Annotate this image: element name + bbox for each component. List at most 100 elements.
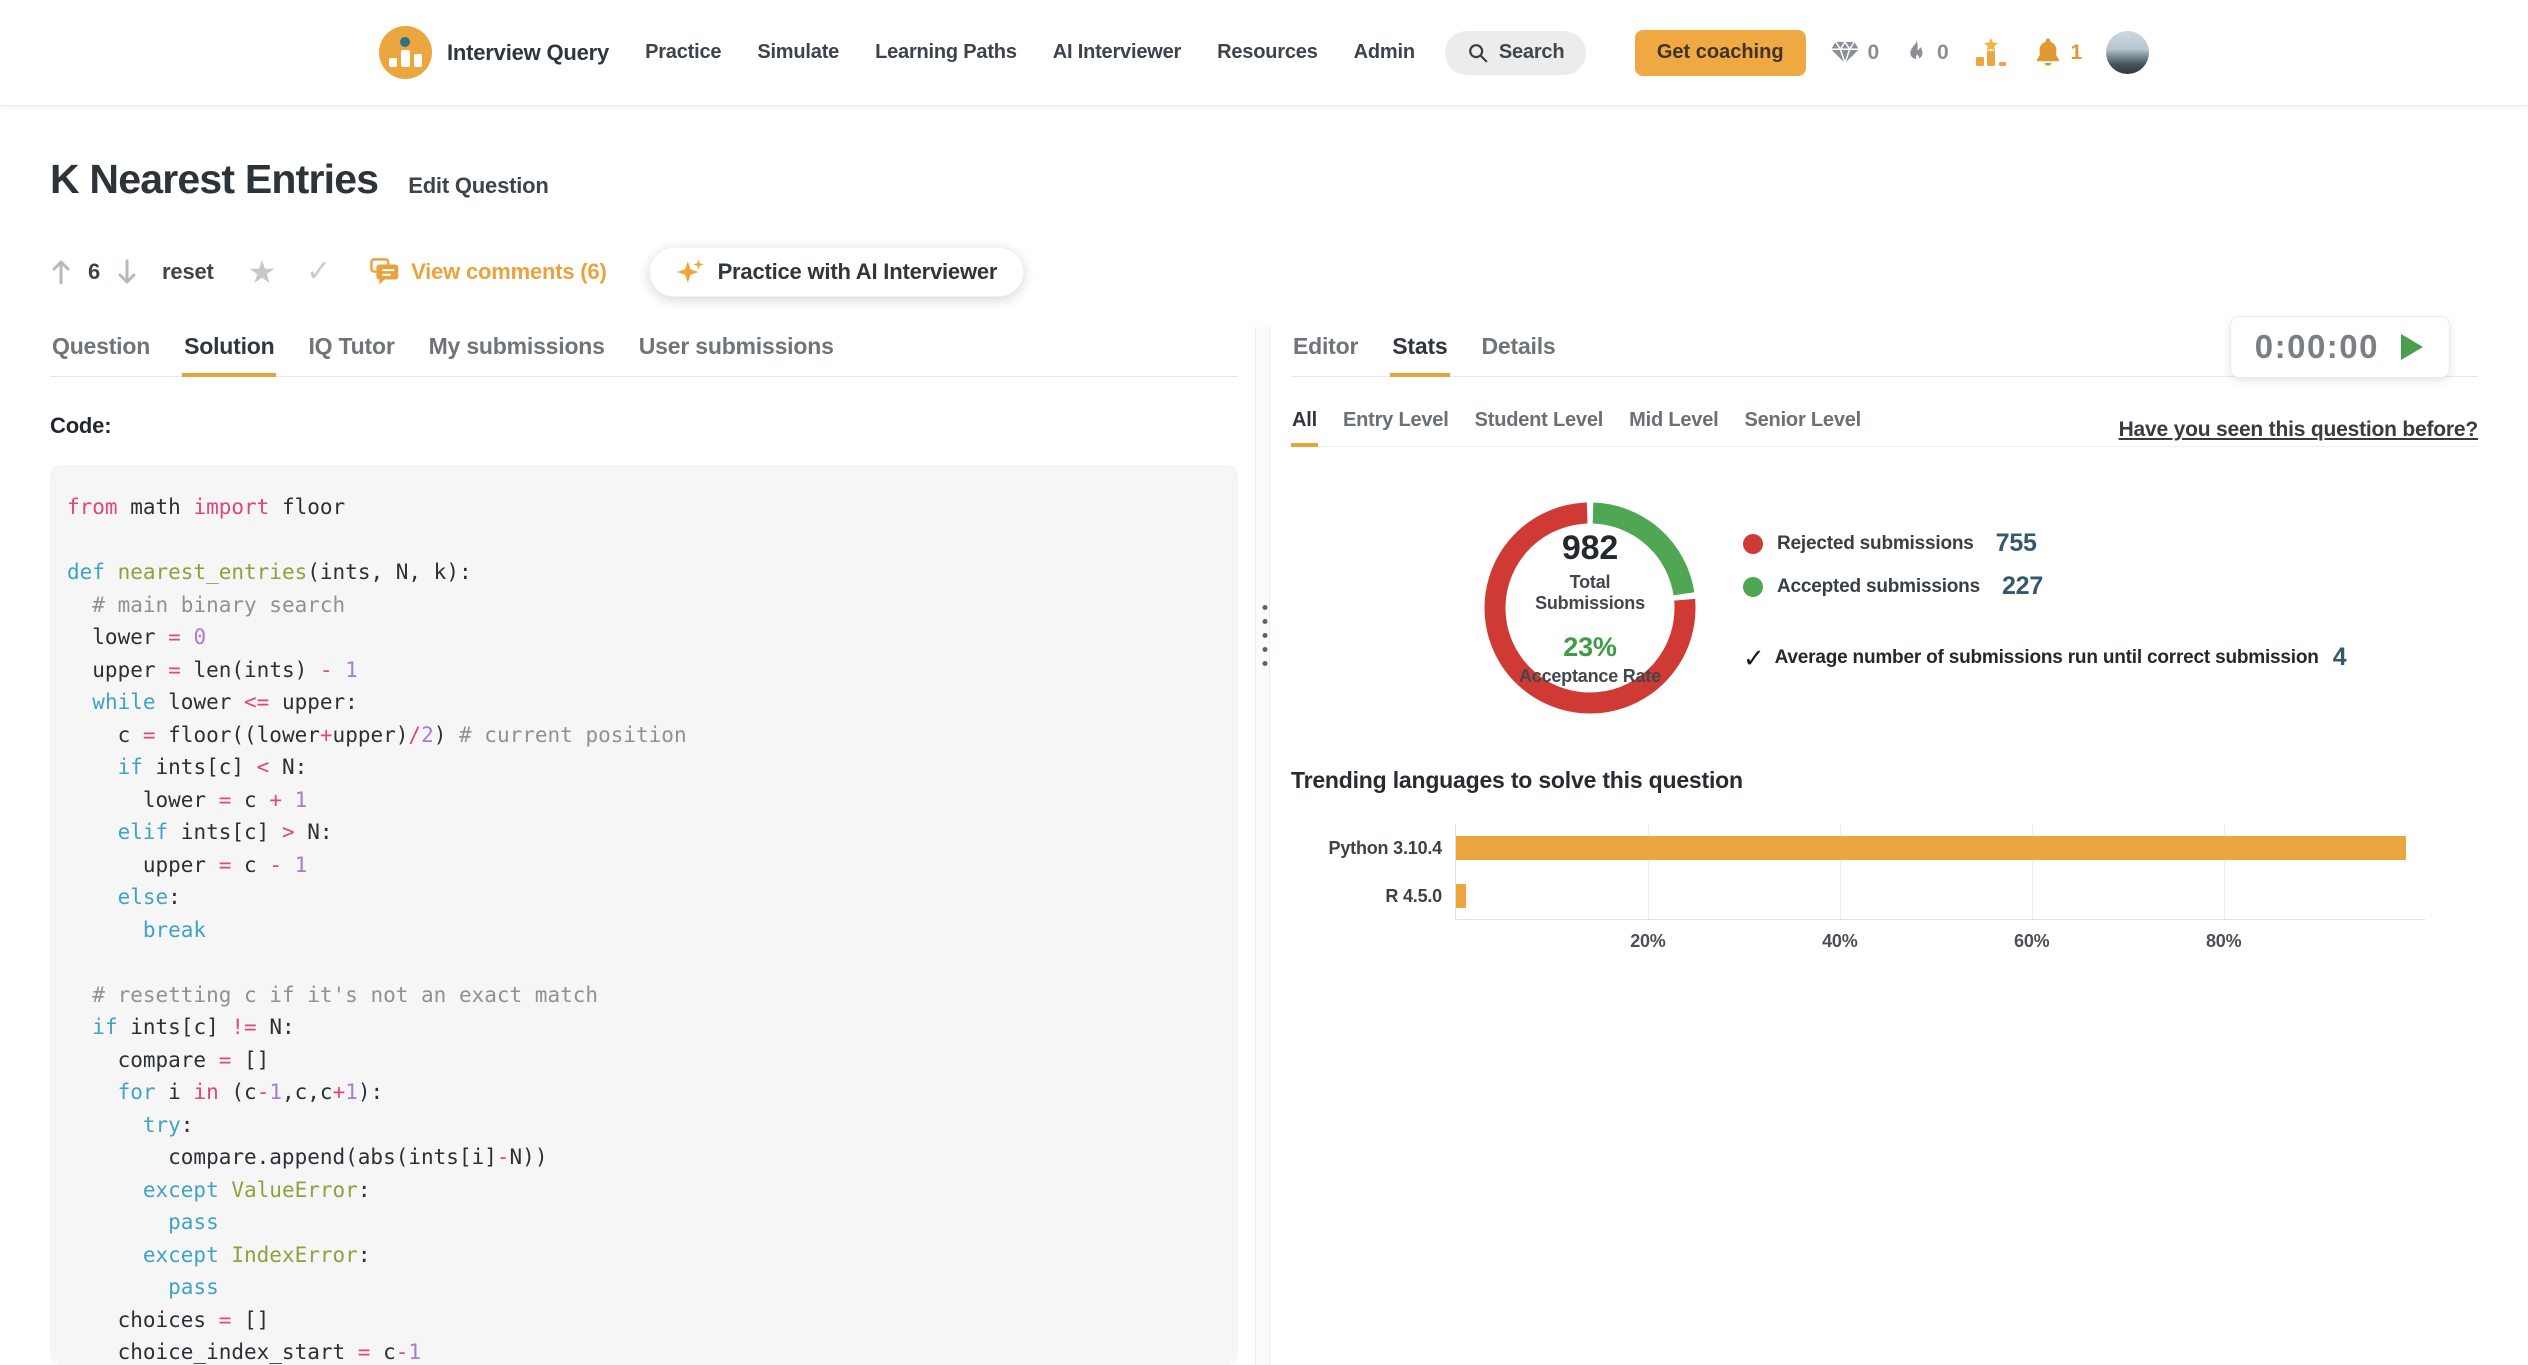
level-tab-all[interactable]: All (1291, 405, 1318, 447)
code-line: compare = [] (67, 1044, 1218, 1077)
accepted-value: 227 (2002, 572, 2043, 601)
legend-rejected: Rejected submissions 755 (1743, 529, 2346, 558)
timer-value: 0:00:00 (2255, 328, 2379, 366)
total-submissions-label: Total Submissions (1515, 572, 1665, 614)
comments-icon (369, 257, 401, 287)
practice-ai-interviewer-button[interactable]: Practice with AI Interviewer (649, 247, 1025, 297)
nav-item-resources[interactable]: Resources (1217, 41, 1317, 64)
leaderboard-podium-icon (1973, 35, 2009, 71)
bar-row-python-3-10-4 (1456, 824, 2425, 872)
tab-editor[interactable]: Editor (1291, 327, 1360, 377)
code-line: c = floor((lower+upper)/2) # current pos… (67, 719, 1218, 752)
nav-item-simulate[interactable]: Simulate (757, 41, 839, 64)
splitter-drag-handle-icon[interactable] (1262, 605, 1267, 666)
rejected-label: Rejected submissions (1777, 533, 1974, 555)
code-label: Code: (50, 413, 1238, 439)
legend-accepted: Accepted submissions 227 (1743, 572, 2346, 601)
interview-query-logo-icon (379, 26, 432, 79)
tab-stats[interactable]: Stats (1390, 327, 1449, 377)
acceptance-rate-label: Acceptance Rate (1519, 666, 1661, 687)
bell-icon (2033, 36, 2063, 69)
donut-legend: Rejected submissions 755 Accepted submis… (1743, 497, 2346, 719)
notification-count: 1 (2071, 41, 2082, 65)
rejected-dot-icon (1743, 534, 1763, 554)
bar-r-4-5-0[interactable] (1456, 884, 1466, 908)
streak-counter[interactable]: 0 (1903, 38, 1948, 68)
code-line: upper = c - 1 (67, 849, 1218, 882)
bar-label-python-3-10-4: Python 3.10.4 (1292, 824, 1442, 872)
search-label: Search (1499, 41, 1565, 64)
code-line: from math import floor (67, 491, 1218, 524)
upvote-button[interactable] (50, 258, 72, 286)
brand[interactable]: Interview Query (379, 26, 609, 79)
nav-item-admin[interactable]: Admin (1354, 41, 1415, 64)
vote-count: 6 (88, 259, 100, 285)
code-line: if ints[c] < N: (67, 751, 1218, 784)
code-block[interactable]: from math import floor def nearest_entri… (50, 465, 1238, 1365)
bookmark-star-icon[interactable]: ★ (248, 256, 277, 288)
check-icon: ✓ (1743, 645, 1765, 671)
tab-my-submissions[interactable]: My submissions (427, 327, 607, 377)
panel-splitter (1238, 327, 1291, 1365)
search-button[interactable]: Search (1445, 31, 1587, 75)
seen-before-link[interactable]: Have you seen this question before? (2119, 418, 2478, 442)
sparkles-icon (676, 257, 706, 287)
trending-plot: 20%40%60%80%Python 3.10.4R 4.5.0 (1455, 824, 2425, 920)
code-line: pass (67, 1206, 1218, 1239)
downvote-button[interactable] (116, 258, 138, 286)
nav-item-ai-interviewer[interactable]: AI Interviewer (1053, 41, 1181, 64)
trending-languages-title: Trending languages to solve this questio… (1291, 767, 2478, 794)
gem-count: 0 (1868, 41, 1879, 65)
code-line: except IndexError: (67, 1239, 1218, 1272)
reset-votes-link[interactable]: reset (162, 259, 214, 285)
timer-card: 0:00:00 (2230, 316, 2450, 378)
x-tick-label-60: 60% (2014, 931, 2049, 952)
view-comments-link[interactable]: View comments (6) (369, 257, 606, 287)
solution-panel: Question Solution IQ Tutor My submissions Us… (50, 327, 1238, 1365)
avatar[interactable] (2106, 31, 2149, 74)
code-line: while lower <= upper: (67, 686, 1218, 719)
mark-done-check-icon[interactable]: ✓ (306, 257, 331, 287)
get-coaching-button[interactable]: Get coaching (1635, 30, 1806, 76)
code-line: lower = 0 (67, 621, 1218, 654)
trending-languages-chart: 20%40%60%80%Python 3.10.4R 4.5.0 (1291, 824, 2478, 974)
nav-item-learning-paths[interactable]: Learning Paths (875, 41, 1017, 64)
nav-item-practice[interactable]: Practice (645, 41, 721, 64)
gem-icon (1830, 40, 1860, 66)
gems-counter[interactable]: 0 (1830, 40, 1879, 66)
top-header: Interview Query Practice Simulate Learning… (0, 0, 2528, 106)
code-line: # resetting c if it's not an exact match (67, 979, 1218, 1012)
level-tab-senior-level[interactable]: Senior Level (1743, 405, 1862, 447)
tab-details[interactable]: Details (1480, 327, 1558, 377)
tab-iq-tutor[interactable]: IQ Tutor (306, 327, 396, 377)
flame-icon (1903, 38, 1929, 68)
acceptance-rate-value: 23% (1563, 632, 1616, 663)
bar-row-r-4-5-0 (1456, 872, 2425, 920)
accepted-label: Accepted submissions (1777, 576, 1980, 598)
edit-question-link[interactable]: Edit Question (408, 173, 548, 199)
bar-python-3-10-4[interactable] (1456, 836, 2406, 860)
leaderboard-button[interactable] (1973, 35, 2009, 71)
down-arrow-icon (116, 258, 138, 286)
question-tabs: Question Solution IQ Tutor My submissions Us… (50, 327, 1238, 377)
streak-count: 0 (1937, 41, 1948, 65)
code-line: for i in (c-1,c,c+1): (67, 1076, 1218, 1109)
average-submissions-row: ✓ Average number of submissions run unti… (1743, 643, 2346, 672)
level-tab-entry-level[interactable]: Entry Level (1342, 405, 1450, 447)
code-line: try: (67, 1109, 1218, 1142)
search-icon (1467, 42, 1489, 64)
code-line: pass (67, 1271, 1218, 1304)
tab-solution[interactable]: Solution (182, 327, 276, 377)
notifications-button[interactable]: 1 (2033, 36, 2082, 69)
x-tick-label-20: 20% (1630, 931, 1665, 952)
timer-play-button[interactable] (2399, 332, 2425, 362)
code-line: choice_index_start = c-1 (67, 1336, 1218, 1365)
tab-question[interactable]: Question (50, 327, 152, 377)
splitter-bar[interactable] (1255, 327, 1270, 1365)
view-comments-label: View comments (6) (411, 259, 606, 285)
level-tab-student-level[interactable]: Student Level (1474, 405, 1605, 447)
code-line: else: (67, 881, 1218, 914)
tab-user-submissions[interactable]: User submissions (637, 327, 836, 377)
x-tick-label-40: 40% (1822, 931, 1857, 952)
level-tab-mid-level[interactable]: Mid Level (1628, 405, 1719, 447)
